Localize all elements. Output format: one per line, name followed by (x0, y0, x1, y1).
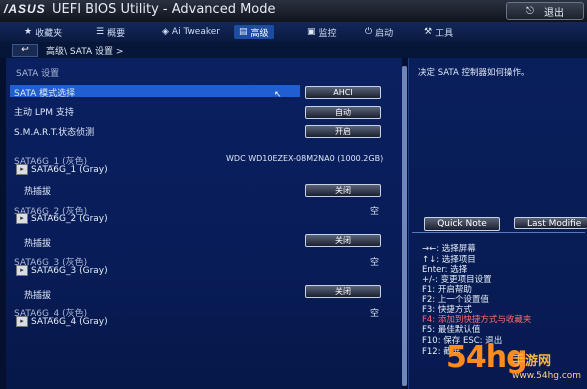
item-description: 决定 SATA 控制器如何操作。 (418, 68, 530, 78)
drive-icon: ▸ (16, 164, 28, 175)
exit-button[interactable]: ⎋ 退出 (506, 2, 584, 20)
exit-icon: ⎋ (526, 5, 534, 17)
lpm-support-select[interactable]: 自动 (305, 106, 381, 119)
app-title: UEFI BIOS Utility - Advanced Mode (52, 2, 276, 17)
drive-entry: ▸ SATA6G_1 (Gray) (16, 164, 108, 175)
port-device: 空 (370, 258, 380, 268)
tab-label: 工具 (435, 28, 454, 39)
tab-monitor[interactable]: ▣ 监控 (307, 25, 337, 39)
tab-label: Ai Tweaker (171, 27, 220, 37)
breadcrumb: 高级\ SATA 设置 > (46, 47, 124, 57)
watermark-url: www.54hg.com (512, 371, 582, 381)
hotplug-label[interactable]: 热插拔 (24, 288, 51, 301)
tab-label: 监控 (318, 28, 337, 39)
monitor-icon: ▣ (307, 27, 316, 37)
drive-entry: ▸ SATA6G_4 (Gray) (16, 316, 108, 327)
exit-label: 退出 (543, 7, 564, 19)
breadcrumb-bar: ↩ 高级\ SATA 设置 > (0, 42, 587, 58)
tab-advanced[interactable]: ▤ 高级 (234, 25, 274, 39)
port-device: 空 (370, 207, 380, 217)
drive-entry: ▸ SATA6G_2 (Gray) (16, 213, 108, 224)
hotplug-select[interactable]: 关闭 (305, 285, 381, 298)
last-modified-button[interactable]: Last Modifie (514, 217, 587, 229)
tab-label: 收藏夹 (35, 28, 63, 39)
sata-mode-label[interactable]: SATA 模式选择 (14, 86, 75, 99)
hotplug-label[interactable]: 热插拔 (24, 236, 51, 249)
help-divider (412, 232, 585, 233)
port-device: 空 (370, 309, 380, 319)
mouse-cursor-icon: ↖ (274, 90, 282, 100)
back-button[interactable]: ↩ (12, 44, 38, 57)
drive-icon: ▸ (16, 213, 28, 224)
quick-note-button[interactable]: Quick Note (424, 217, 500, 231)
tab-favorites[interactable]: ★ 收藏夹 (24, 25, 62, 39)
drive-name: SATA6G_4 (Gray) (31, 316, 108, 327)
tab-label: 启动 (375, 28, 394, 39)
section-title: SATA 设置 (16, 69, 60, 79)
drive-name: SATA6G_3 (Gray) (31, 265, 108, 276)
watermark-text: 手游网 (512, 354, 552, 369)
hotplug-label[interactable]: 热插拔 (24, 184, 51, 197)
tab-label: 高级 (250, 28, 269, 39)
drive-icon: ▸ (16, 265, 28, 276)
title-bar: /ASUS UEFI BIOS Utility - Advanced Mode … (0, 0, 587, 23)
asus-logo: /ASUS (4, 2, 46, 16)
smart-status-label[interactable]: S.M.A.R.T.状态侦测 (14, 125, 94, 138)
advanced-icon: ▤ (239, 27, 248, 37)
hotplug-select[interactable]: 关闭 (305, 234, 381, 247)
smart-status-select[interactable]: 开启 (305, 125, 381, 138)
drive-name: SATA6G_2 (Gray) (31, 213, 108, 224)
tab-tools[interactable]: ⚒ 工具 (424, 25, 453, 39)
lpm-support-label[interactable]: 主动 LPM 支持 (14, 105, 74, 118)
list-icon: ☰ (96, 27, 105, 37)
tool-icon: ⚒ (424, 27, 433, 37)
drive-entry: ▸ SATA6G_3 (Gray) (16, 265, 108, 276)
tab-boot[interactable]: ⏻ 启动 (365, 25, 393, 39)
drive-name: SATA6G_1 (Gray) (31, 164, 108, 175)
power-icon: ⏻ (365, 27, 373, 37)
port-device: WDC WD10EZEX-08M2NA0 (1000.2GB) (226, 154, 384, 163)
tweak-icon: ◈ (162, 27, 169, 37)
drive-icon: ▸ (16, 316, 28, 327)
sata-mode-select[interactable]: AHCI (305, 86, 381, 99)
main-menu-tabs: ★ 收藏夹 ☰ 概要 ◈ Ai Tweaker ▤ 高级 ▣ 监控 ⏻ 启动 ⚒… (0, 22, 587, 43)
tab-ai-tweaker[interactable]: ◈ Ai Tweaker (162, 25, 220, 39)
hotplug-select[interactable]: 关闭 (305, 184, 381, 197)
star-icon: ★ (24, 27, 33, 37)
tab-overview[interactable]: ☰ 概要 (96, 25, 125, 39)
scrollbar[interactable] (402, 66, 407, 386)
tab-label: 概要 (107, 28, 126, 39)
